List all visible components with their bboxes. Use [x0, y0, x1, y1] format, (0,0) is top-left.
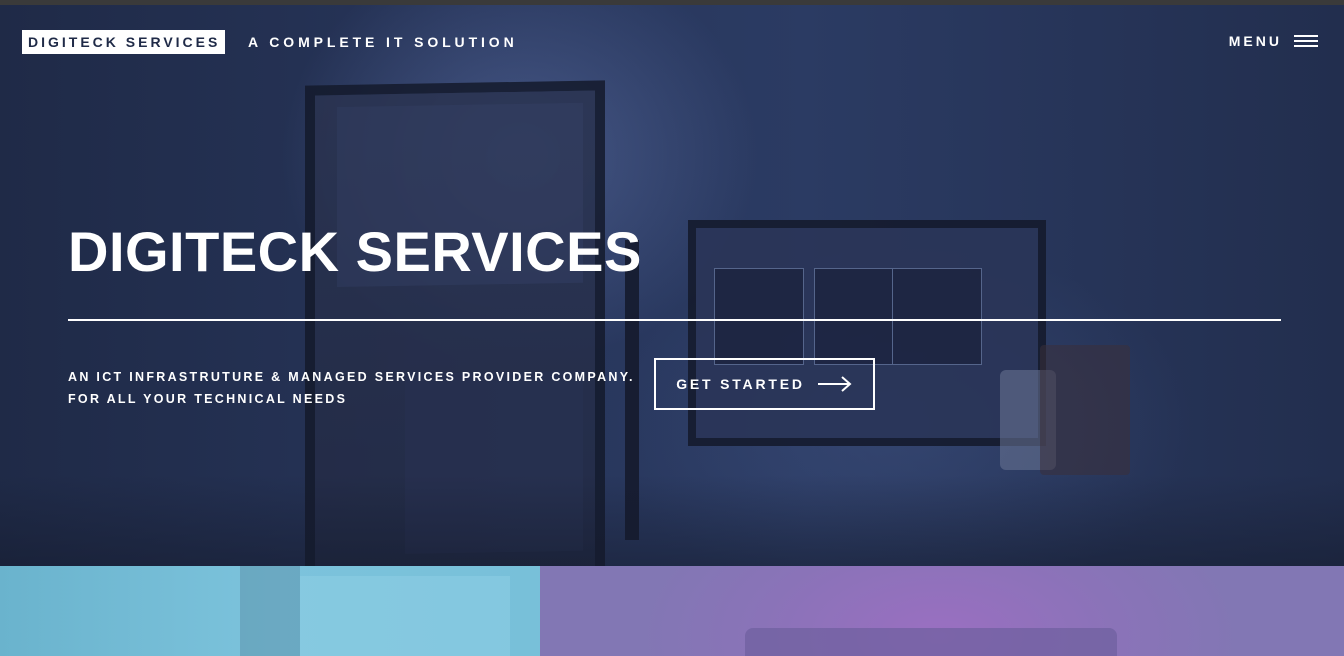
- feature-panel-left[interactable]: [0, 566, 540, 656]
- hero-subtitle-line-1: AN ICT INFRASTRUTURE & MANAGED SERVICES …: [68, 370, 635, 384]
- background-speaker: [1040, 345, 1130, 475]
- hamburger-icon: [1294, 35, 1318, 47]
- brand-logo[interactable]: DIGITECK SERVICES: [22, 30, 226, 54]
- site-header: DIGITECK SERVICES A COMPLETE IT SOLUTION…: [0, 5, 1344, 80]
- background-monitor-right: [688, 220, 1046, 446]
- get-started-label: GET STARTED: [676, 376, 805, 392]
- brand-tagline: A COMPLETE IT SOLUTION: [248, 34, 518, 50]
- hero-subtitle-line-2: FOR ALL YOUR TECHNICAL NEEDS: [68, 392, 348, 406]
- equipment-image: [300, 576, 510, 656]
- arrow-right-icon: [817, 376, 852, 392]
- laptop-image: [745, 628, 1117, 656]
- hero-divider: [68, 319, 1281, 321]
- server-rack-image: [240, 566, 300, 656]
- menu-button[interactable]: MENU: [1229, 33, 1318, 49]
- hero-subtitle: AN ICT INFRASTRUTURE & MANAGED SERVICES …: [68, 366, 635, 410]
- background-desk: [0, 475, 1344, 566]
- hero-title: DIGITECK SERVICES: [68, 220, 642, 283]
- background-monitor-left: [305, 80, 605, 566]
- background-cup: [1000, 370, 1056, 470]
- feature-panel-right[interactable]: [540, 566, 1344, 656]
- get-started-button[interactable]: GET STARTED: [654, 358, 875, 410]
- hero-section: DIGITECK SERVICES A COMPLETE IT SOLUTION…: [0, 5, 1344, 566]
- menu-label: MENU: [1228, 33, 1282, 49]
